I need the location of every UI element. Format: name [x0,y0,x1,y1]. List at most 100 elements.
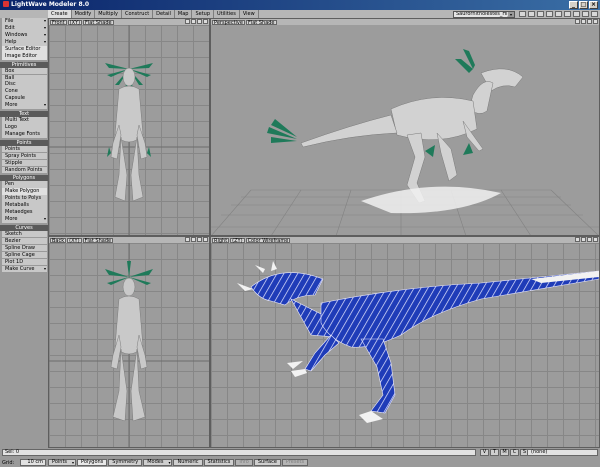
file-button[interactable]: File [2,18,47,25]
tab-multiply[interactable]: Multiply [95,10,122,18]
object-selector[interactable]: Saurornitholestes_Hi_R ▾ [453,11,515,18]
tab-detail[interactable]: Detail [153,10,175,18]
maximize-view-icon[interactable] [203,19,208,24]
surface-mode-button[interactable]: Surface [253,459,281,466]
bezier-button[interactable]: Bezier [2,237,47,245]
zoom-view-icon[interactable] [197,237,202,242]
rotate-view-icon[interactable] [581,19,586,24]
image-editor-button[interactable]: Image Editor [2,52,47,60]
box-button[interactable]: Box [2,67,47,75]
cone-button[interactable]: Cone [2,88,47,96]
points-to-polys-button[interactable]: Points to Polys [2,195,47,202]
view-select[interactable]: Front [50,19,67,25]
plot-1d-button[interactable]: Plot 1D [2,258,47,266]
layer-button[interactable]: M [500,449,509,456]
pen-button[interactable]: Pen [2,181,47,188]
tab-modify[interactable]: Modify [72,10,96,18]
shading-select[interactable]: Flat Shade [83,19,114,25]
close-button[interactable]: × [589,1,598,9]
tab-view[interactable]: View [240,10,259,18]
edit-button[interactable]: Edit [2,24,47,32]
zoom-view-icon[interactable] [587,237,592,242]
make-polygon-button[interactable]: Make Polygon [2,188,47,195]
points-button[interactable]: Points [2,145,47,153]
metaballs-button[interactable]: Metaballs [2,202,47,209]
spline-draw-button[interactable]: Spline Draw [2,244,47,252]
layer-button[interactable]: T [490,449,499,456]
viewport-canvas[interactable] [49,243,209,447]
move-view-icon[interactable] [575,19,580,24]
more-button[interactable]: More [2,102,47,110]
rotate-view-icon[interactable] [581,237,586,242]
layer-button[interactable]: C [510,449,519,456]
move-view-icon[interactable] [185,237,190,242]
layer-toggle-icon[interactable] [564,11,571,17]
presets-mode-button[interactable]: Presets [281,459,309,466]
numeric-mode-button[interactable]: Numeric [173,459,203,466]
make-curve-button[interactable]: Make Curve [2,265,47,273]
axis-select[interactable]: (ZY) [230,237,245,243]
windows-button[interactable]: Windows [2,31,47,39]
viewport-canvas[interactable] [49,25,209,235]
maximize-view-icon[interactable] [593,237,598,242]
rotate-view-icon[interactable] [191,19,196,24]
statistics-mode-button[interactable]: Statistics [203,459,235,466]
shading-select[interactable]: Flat Shade [82,237,114,243]
ball-button[interactable]: Ball [2,74,47,82]
viewport-back[interactable]: Back (XY) Flat Shade [48,236,210,448]
viewport-right[interactable]: Right (ZY) Color Wireframe [210,236,600,448]
spray-points-button[interactable]: Spray Points [2,152,47,160]
capsule-button[interactable]: Capsule [2,95,47,103]
polygons-mode-button[interactable]: Polygons [77,459,108,466]
viewport-canvas[interactable] [211,243,599,447]
tab-utilities[interactable]: Utilities [214,10,240,18]
viewport-perspective[interactable]: Perspective Flat Shade [210,18,600,236]
maximize-button[interactable]: □ [579,1,588,9]
view-select[interactable]: Back [50,237,67,243]
layer-toggle-icon[interactable] [519,11,526,17]
layer-toggle-icon[interactable] [573,11,580,17]
maximize-view-icon[interactable] [203,237,208,242]
shading-select[interactable]: Flat Shade [245,19,277,25]
minimize-button[interactable]: _ [569,1,578,9]
layer-toggle-icon[interactable] [546,11,553,17]
layer-toggle-icon[interactable] [591,11,598,17]
more-button[interactable]: More [2,216,47,223]
sketch-button[interactable]: Sketch [2,230,47,238]
view-select[interactable]: Perspective [212,19,245,25]
vmap-select[interactable]: (none) [527,449,598,456]
viewport-front[interactable]: Front (XY) Flat Shade [48,18,210,236]
layer-toggle-icon[interactable] [537,11,544,17]
rotate-view-icon[interactable] [191,237,196,242]
stipple-button[interactable]: Stipple [2,159,47,167]
disc-button[interactable]: Disc [2,81,47,89]
tab-setup[interactable]: Setup [192,10,215,18]
layer-toggle-icon[interactable] [555,11,562,17]
shading-select[interactable]: Color Wireframe [245,237,291,243]
help-button[interactable]: Help [2,38,47,46]
points-mode-button[interactable]: Points [48,459,77,466]
viewport-canvas[interactable] [211,25,599,235]
layer-button[interactable]: V [480,449,489,456]
tab-create[interactable]: Create [48,10,72,18]
spline-cage-button[interactable]: Spline Cage [2,251,47,259]
move-view-icon[interactable] [185,19,190,24]
axis-select[interactable]: (XY) [67,237,82,243]
metaedges-button[interactable]: Metaedges [2,209,47,216]
zoom-view-icon[interactable] [587,19,592,24]
layer-toggle-icon[interactable] [528,11,535,17]
info-mode-button[interactable]: Info [235,459,253,466]
move-view-icon[interactable] [575,237,580,242]
random-points-button[interactable]: Random Points [2,166,47,174]
multi-text-button[interactable]: Multi Text [2,117,47,124]
zoom-view-icon[interactable] [197,19,202,24]
maximize-view-icon[interactable] [593,19,598,24]
tab-construct[interactable]: Construct [122,10,154,18]
modes-mode-button[interactable]: Modes [143,459,173,466]
logo-button[interactable]: Logo [2,124,47,131]
axis-select[interactable]: (XY) [67,19,83,25]
tab-map[interactable]: Map [175,10,193,18]
manage-fonts-button[interactable]: Manage Fonts [2,131,47,138]
layer-toggle-icon[interactable] [582,11,589,17]
view-select[interactable]: Right [212,237,230,243]
